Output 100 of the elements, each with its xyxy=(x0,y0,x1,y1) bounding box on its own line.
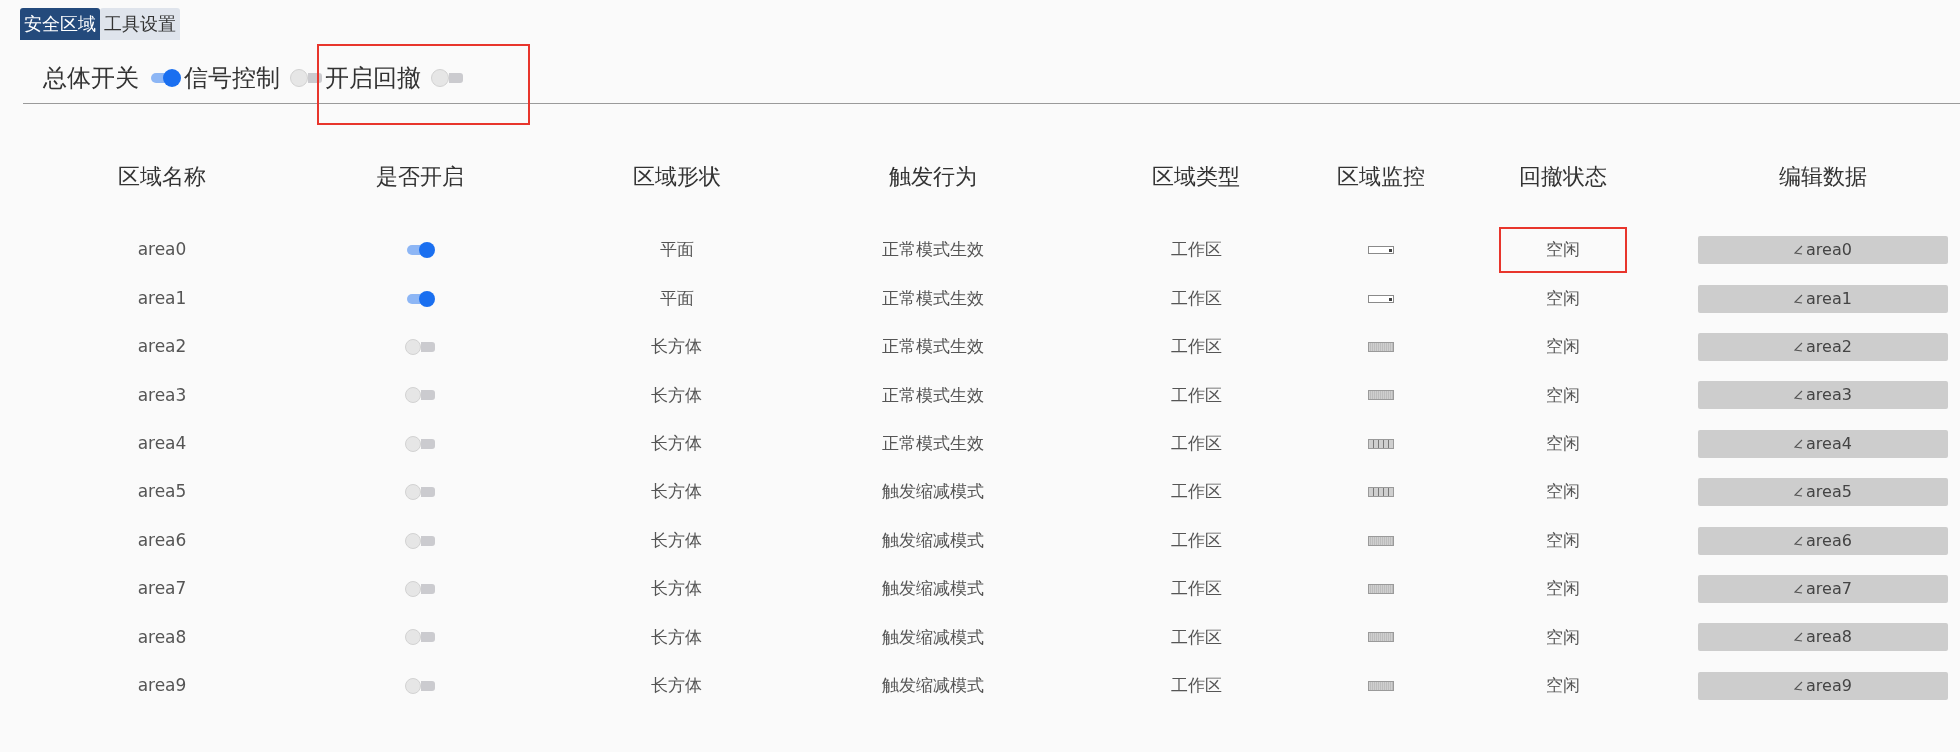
edit-button[interactable]: area2 xyxy=(1698,332,1948,361)
table-cell-text: 空闲 xyxy=(1546,383,1580,407)
table-cell-text: 空闲 xyxy=(1546,577,1580,601)
table-cell-text: 空闲 xyxy=(1546,480,1580,504)
switch-label: 信号控制 xyxy=(184,63,280,93)
column-header: 区域形状 xyxy=(632,162,721,191)
edit-button[interactable]: area1 xyxy=(1698,284,1948,313)
table-cell-text: 平面 xyxy=(659,286,694,310)
angle-icon xyxy=(1794,680,1804,691)
table-cell-text: 工作区 xyxy=(1170,432,1222,455)
table-cell-text: 工作区 xyxy=(1170,577,1222,601)
angle-icon xyxy=(1794,438,1804,449)
table-cell-text: 正常模式生效 xyxy=(882,335,984,359)
column-header: 编辑数据 xyxy=(1779,162,1867,191)
edit-button[interactable]: area4 xyxy=(1698,429,1948,458)
toggle-switch[interactable] xyxy=(149,69,181,87)
toggle-switch[interactable] xyxy=(404,435,435,452)
toggle-switch[interactable] xyxy=(404,629,435,646)
table-cell-text: 正常模式生效 xyxy=(882,286,984,310)
table-cell-text: 平面 xyxy=(659,238,694,262)
segmented-bar-icon xyxy=(1368,438,1394,449)
table-cell-text: area1 xyxy=(137,286,187,310)
toggle-switch[interactable] xyxy=(404,484,435,501)
table-cell-text: 空闲 xyxy=(1546,335,1580,359)
column-header: 区域监控 xyxy=(1337,162,1425,191)
table-cell-text: 正常模式生效 xyxy=(882,432,984,455)
angle-icon xyxy=(1794,583,1804,594)
angle-icon xyxy=(1794,632,1804,643)
toggle-switch[interactable] xyxy=(404,532,435,549)
table-cell-text: 长方体 xyxy=(651,625,702,649)
edit-button[interactable]: area9 xyxy=(1698,671,1948,700)
table-cell-text: 触发缩减模式 xyxy=(882,480,984,504)
table-cell-text: area2 xyxy=(137,335,187,359)
angle-icon xyxy=(1794,535,1804,546)
table-cell-text: 触发缩减模式 xyxy=(882,673,984,697)
column-header: 是否开启 xyxy=(375,162,464,191)
edit-button[interactable]: area7 xyxy=(1698,574,1948,603)
table-cell-text: 空闲 xyxy=(1546,673,1580,697)
angle-icon xyxy=(1794,487,1804,498)
switch-label: 开启回撤 xyxy=(325,63,421,93)
tab[interactable]: 安全区域 xyxy=(20,8,100,40)
tab[interactable]: 工具设置 xyxy=(100,8,180,40)
table-cell-text: area4 xyxy=(137,432,187,455)
toggle-switch[interactable] xyxy=(404,580,435,597)
table-cell-text: 长方体 xyxy=(651,335,702,359)
frame-icon xyxy=(1368,245,1394,256)
toggle-switch[interactable] xyxy=(404,338,435,355)
striped-bar-icon xyxy=(1368,341,1394,352)
toggle-switch[interactable] xyxy=(290,69,322,87)
edit-button[interactable]: area0 xyxy=(1698,236,1948,265)
striped-bar-icon xyxy=(1368,583,1394,594)
table-cell-text: 触发缩减模式 xyxy=(882,625,984,649)
table-cell-text: 长方体 xyxy=(651,480,702,504)
toggle-switch[interactable] xyxy=(431,69,463,87)
table-cell-text: 工作区 xyxy=(1170,238,1222,262)
striped-bar-icon xyxy=(1368,632,1394,643)
table-cell-text: area8 xyxy=(137,625,187,649)
table-cell-text: 正常模式生效 xyxy=(882,238,984,262)
table-cell-text: 长方体 xyxy=(651,432,702,455)
table-cell-text: 长方体 xyxy=(651,577,702,601)
frame-icon xyxy=(1368,293,1394,304)
table-cell-text: 空闲 xyxy=(1546,432,1580,455)
table-cell-text: 空闲 xyxy=(1546,286,1580,310)
angle-icon xyxy=(1794,293,1804,304)
table-cell-text: 触发缩减模式 xyxy=(882,528,984,552)
table-cell-text: 触发缩减模式 xyxy=(882,577,984,601)
angle-icon xyxy=(1794,341,1804,352)
column-header: 区域名称 xyxy=(118,162,206,191)
table-cell-text: 空闲 xyxy=(1546,528,1580,552)
edit-button[interactable]: area8 xyxy=(1698,623,1948,652)
segmented-bar-icon xyxy=(1368,487,1394,498)
column-header: 回撤状态 xyxy=(1519,162,1607,191)
table-cell-text: 正常模式生效 xyxy=(882,383,984,407)
table-cell-text: area3 xyxy=(137,383,187,407)
table-cell-text: 空闲 xyxy=(1546,238,1580,262)
table-cell-text: area6 xyxy=(137,528,187,552)
table-cell-text: area5 xyxy=(137,480,187,504)
table-cell-text: 空闲 xyxy=(1546,625,1580,649)
table-cell-text: area7 xyxy=(137,577,187,601)
toggle-switch[interactable] xyxy=(404,387,435,404)
edit-button[interactable]: area5 xyxy=(1698,478,1948,507)
table-cell-text: 工作区 xyxy=(1170,528,1222,552)
table-cell-text: area0 xyxy=(137,238,187,262)
column-header: 区域类型 xyxy=(1152,162,1240,191)
table-cell-text: 长方体 xyxy=(651,528,702,552)
edit-button[interactable]: area3 xyxy=(1698,381,1948,410)
table-cell-text: 长方体 xyxy=(651,673,702,697)
table-cell-text: 工作区 xyxy=(1170,335,1222,359)
angle-icon xyxy=(1794,390,1804,401)
table-cell-text: 工作区 xyxy=(1170,383,1222,407)
toggle-switch[interactable] xyxy=(404,677,435,694)
column-header: 触发行为 xyxy=(889,162,977,191)
table-cell-text: 工作区 xyxy=(1170,625,1222,649)
striped-bar-icon xyxy=(1368,680,1394,691)
striped-bar-icon xyxy=(1368,390,1394,401)
table-cell-text: area9 xyxy=(137,673,187,697)
edit-button[interactable]: area6 xyxy=(1698,526,1948,555)
angle-icon xyxy=(1794,245,1804,256)
table-cell-text: 长方体 xyxy=(651,383,702,407)
table-cell-text: 工作区 xyxy=(1170,286,1222,310)
